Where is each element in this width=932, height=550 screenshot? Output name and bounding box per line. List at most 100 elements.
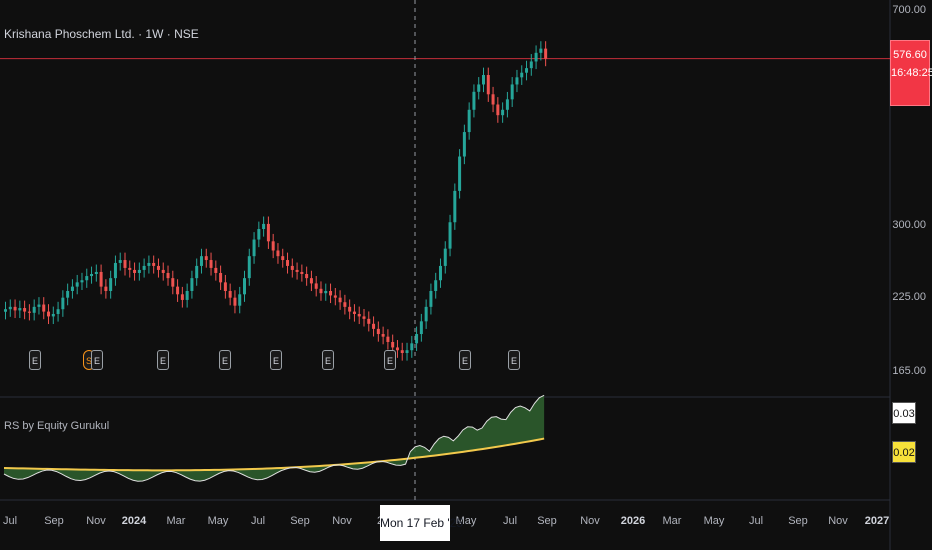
- candle-body: [362, 316, 366, 319]
- candle-body: [486, 75, 490, 95]
- price-tick-165: 165.00: [892, 365, 926, 377]
- candle-body: [410, 343, 414, 351]
- candle-body: [32, 306, 36, 313]
- indicator-title: RS by Equity Gurukul: [4, 420, 110, 432]
- candle-body: [539, 48, 543, 53]
- time-tick-label: Nov: [86, 515, 106, 527]
- candle-body: [477, 84, 481, 92]
- candle-body: [152, 262, 156, 266]
- candle-body: [324, 290, 328, 294]
- candle-body: [80, 280, 84, 283]
- candle-body: [434, 280, 438, 291]
- candle-body: [75, 282, 79, 287]
- time-tick-label: Jul: [2, 515, 18, 527]
- candle-body: [438, 265, 442, 281]
- candle-body: [51, 313, 55, 317]
- candle-body: [491, 94, 495, 105]
- candle-body: [400, 350, 404, 354]
- earnings-event-icon[interactable]: E: [219, 350, 231, 370]
- candle-body: [405, 350, 409, 354]
- earnings-event-icon[interactable]: E: [270, 350, 282, 370]
- candle-body: [190, 278, 194, 291]
- candle-body: [305, 274, 309, 279]
- candle-body: [133, 269, 137, 273]
- time-tick-label: Nov: [828, 515, 848, 527]
- price-chart[interactable]: [0, 0, 932, 550]
- earnings-event-icon[interactable]: E: [91, 350, 103, 370]
- candle-body: [505, 99, 509, 110]
- candle-body: [238, 294, 242, 306]
- time-tick-label: Nov: [580, 515, 600, 527]
- candle-body: [357, 313, 361, 317]
- time-tick-label: Nov: [332, 515, 352, 527]
- candle-body: [171, 278, 175, 287]
- earnings-event-icon[interactable]: E: [322, 350, 334, 370]
- candle-body: [372, 323, 376, 329]
- candle-body: [462, 132, 466, 157]
- time-tick-label: May: [703, 515, 725, 527]
- candle-body: [262, 223, 266, 230]
- candle-body: [166, 272, 170, 279]
- candle-body: [128, 267, 132, 270]
- candle-body: [90, 274, 94, 277]
- rs-ma-badge: 0.02: [892, 441, 916, 463]
- time-tick-label: 2027: [864, 515, 890, 527]
- candle-body: [47, 311, 51, 317]
- candle-body: [520, 72, 524, 78]
- candle-body: [448, 222, 452, 249]
- candle-body: [352, 311, 356, 314]
- candle-body: [510, 84, 514, 100]
- candle-body: [228, 290, 232, 298]
- candle-body: [257, 229, 261, 240]
- candle-body: [496, 104, 500, 116]
- candle-body: [266, 223, 270, 242]
- candle-body: [381, 334, 385, 337]
- candle-body: [4, 309, 7, 312]
- earnings-event-icon[interactable]: E: [459, 350, 471, 370]
- time-tick-label: Jul: [502, 515, 518, 527]
- rs-value-badge: 0.03: [892, 402, 916, 424]
- candle-body: [276, 250, 280, 257]
- time-tick-label: Sep: [44, 515, 64, 527]
- candle-body: [467, 109, 471, 133]
- candle-body: [247, 256, 251, 279]
- candle-body: [534, 52, 538, 62]
- candle-body: [113, 262, 117, 279]
- time-tick-label: May: [207, 515, 229, 527]
- candle-body: [223, 282, 227, 291]
- candle-body: [123, 260, 127, 268]
- earnings-event-icon[interactable]: E: [384, 350, 396, 370]
- candle-body: [180, 294, 184, 300]
- candle-body: [501, 109, 505, 116]
- time-tick-label: Jul: [748, 515, 764, 527]
- crosshair-date-label: Mon 17 Feb '25: [380, 505, 463, 541]
- earnings-event-icon[interactable]: E: [157, 350, 169, 370]
- candle-body: [271, 241, 275, 251]
- bar-countdown: 16:48:25: [891, 67, 932, 79]
- candle-body: [161, 269, 165, 273]
- time-tick-label: Sep: [290, 515, 310, 527]
- candle-body: [8, 306, 12, 310]
- candle-body: [482, 75, 485, 85]
- earnings-event-icon[interactable]: E: [29, 350, 41, 370]
- candle-body: [104, 286, 108, 291]
- candle-body: [286, 260, 290, 266]
- earnings-event-icon[interactable]: E: [508, 350, 520, 370]
- candle-body: [109, 278, 113, 291]
- candle-body: [13, 306, 17, 311]
- candle-body: [329, 290, 333, 296]
- candle-body: [195, 265, 199, 279]
- candle-body: [147, 262, 151, 266]
- candle-body: [391, 341, 395, 348]
- candle-body: [290, 265, 294, 270]
- candle-body: [142, 265, 146, 270]
- candle-body: [525, 68, 529, 73]
- time-tick-label: 2026: [620, 515, 646, 527]
- candle-body: [70, 286, 74, 291]
- chart-title: Krishana Phoschem Ltd. · 1W · NSE: [4, 27, 199, 41]
- candle-body: [209, 260, 213, 268]
- candle-body: [137, 269, 141, 273]
- candle-body: [66, 290, 70, 298]
- candle-body: [544, 48, 548, 59]
- candle-body: [156, 265, 160, 270]
